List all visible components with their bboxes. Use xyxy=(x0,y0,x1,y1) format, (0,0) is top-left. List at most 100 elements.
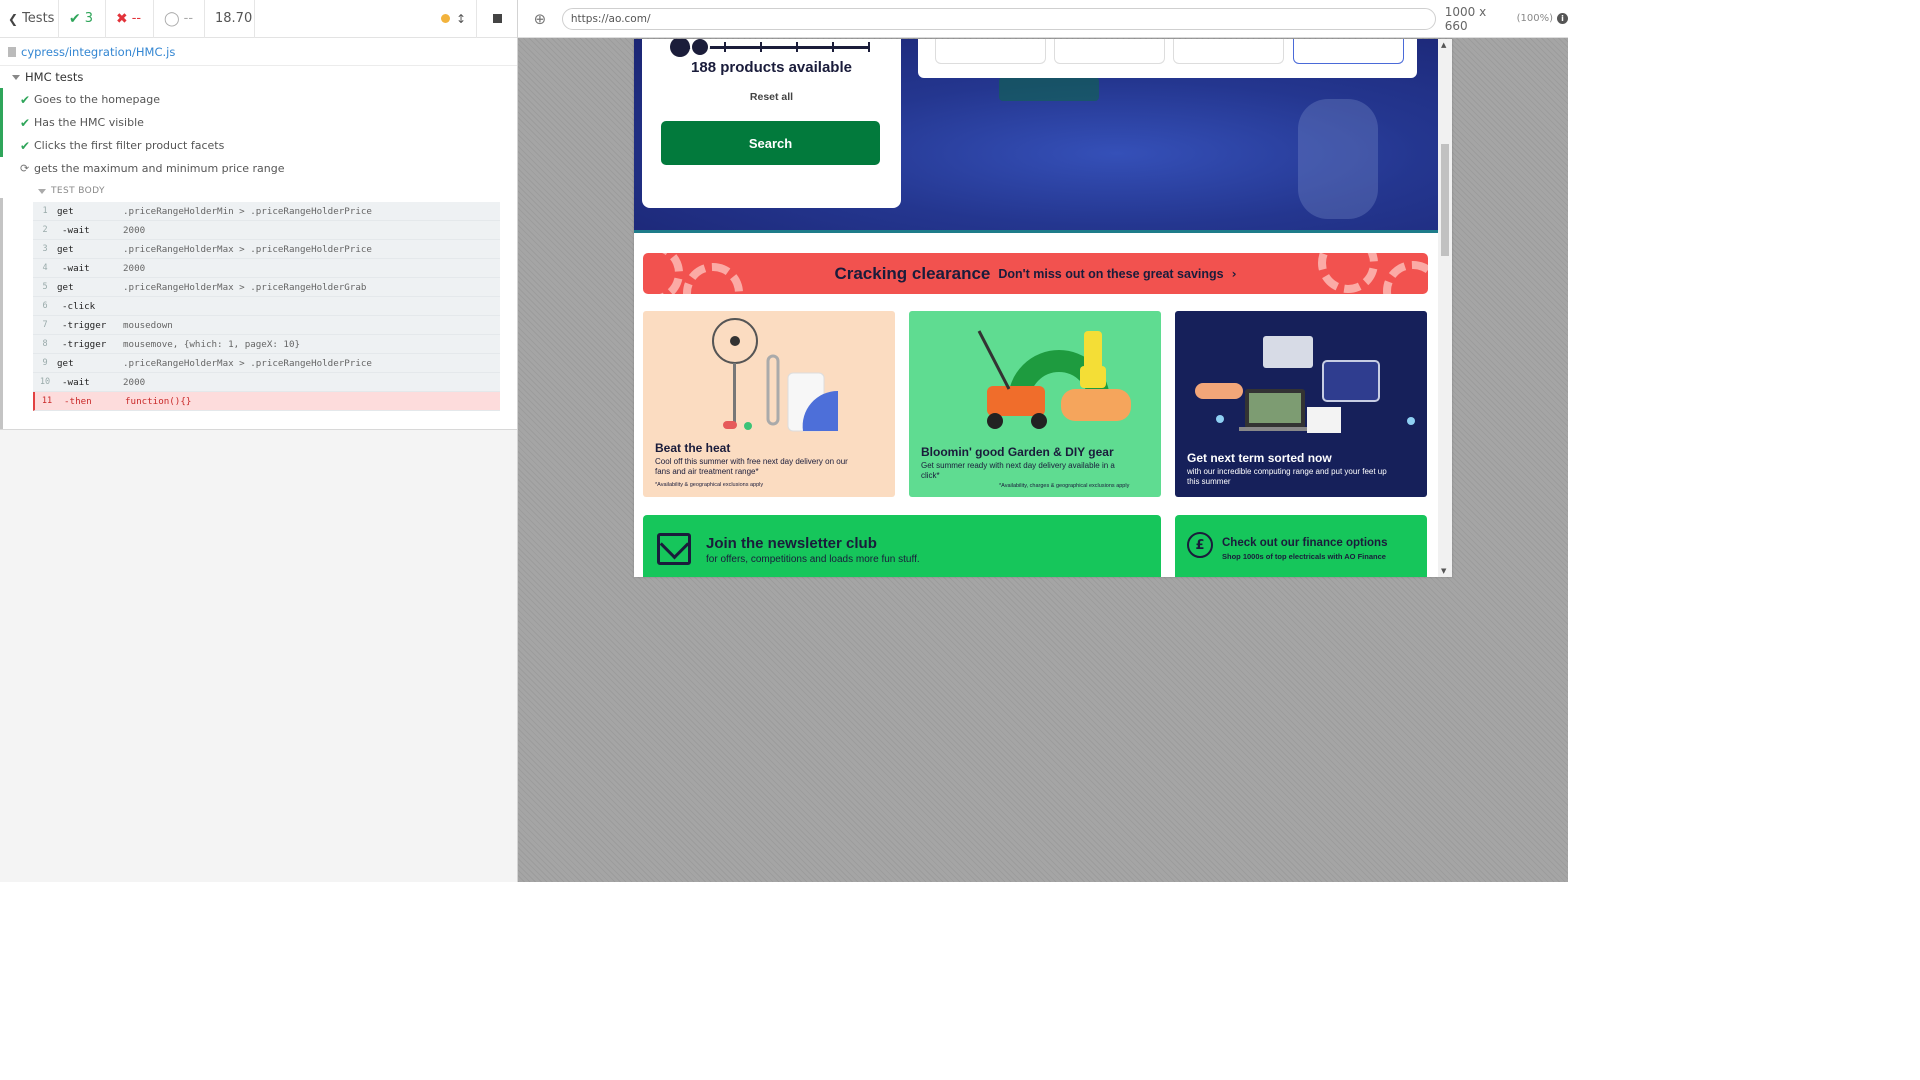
test-item-running[interactable]: ⟳ gets the maximum and minimum price ran… xyxy=(0,157,517,180)
auto-scroll-toggle[interactable]: ↕ xyxy=(440,0,477,38)
info-icon: i xyxy=(1557,13,1568,24)
promo-text: Get summer ready with next day delivery … xyxy=(921,461,1115,480)
price-min-handle[interactable] xyxy=(670,39,690,57)
command-message: function(){} xyxy=(125,395,192,407)
command-message: 2000 xyxy=(123,376,146,388)
command-log-row[interactable]: 8 -trigger mousemove, {which: 1, pageX: 10… xyxy=(33,335,500,354)
command-message: mousedown xyxy=(123,319,173,331)
selector-playground-icon[interactable]: ⊕ xyxy=(518,10,562,28)
command-number: 9 xyxy=(42,358,48,368)
command-number: 10 xyxy=(39,377,51,387)
search-button[interactable]: Search xyxy=(661,121,880,165)
command-name: -wait xyxy=(62,262,90,274)
promo-tile-garden[interactable]: Bloomin' good Garden & DIY gear Get summ… xyxy=(909,311,1161,497)
chevron-left-icon: ❮ xyxy=(8,11,19,26)
test-item[interactable]: ✔ Has the HMC visible xyxy=(0,111,517,134)
promo-disclaimer: *Availability & geographical exclusions … xyxy=(655,482,764,488)
newsletter-title: Join the newsletter club xyxy=(706,535,877,552)
command-number: 2 xyxy=(42,225,48,235)
tv-size-selector xyxy=(918,39,1417,78)
command-log-row[interactable]: 7 -trigger mousedown xyxy=(33,316,500,335)
command-log-row[interactable]: 10 -wait 2000 xyxy=(33,373,500,392)
test-item[interactable]: ✔ Clicks the first filter product facets xyxy=(0,134,517,157)
command-number: 6 xyxy=(42,301,48,311)
command-number: 8 xyxy=(42,339,48,349)
promo-disclaimer: *Availability, charges & geographical ex… xyxy=(999,483,1130,489)
check-icon: ✔ xyxy=(20,115,31,130)
promo-text: with our incredible computing range and … xyxy=(1187,467,1387,486)
runner-header: ❮ Tests ✔ 3 ✖ -- ◯ -- 18.70 ↕ xyxy=(0,0,517,38)
scroll-arrows-icon: ↕ xyxy=(455,11,466,26)
page-scrollbar[interactable]: ▲ ▼ xyxy=(1438,39,1452,577)
passed-count: ✔ 3 xyxy=(59,0,106,38)
tv-option[interactable] xyxy=(1054,39,1165,64)
test-body-toggle[interactable]: TEST BODY xyxy=(0,180,517,202)
price-filter-card: 188 products available Reset all Search xyxy=(642,39,901,208)
app-iframe: 188 products available Reset all Search xyxy=(634,39,1452,577)
command-name: -wait xyxy=(62,376,90,388)
command-message: .priceRangeHolderMax > .priceRangeHolder… xyxy=(123,243,372,255)
command-log-row[interactable]: 6 -click xyxy=(33,297,500,316)
promo-text: Cool off this summer with free next day … xyxy=(655,457,848,476)
newsletter-banner[interactable]: Join the newsletter club for offers, com… xyxy=(643,515,1161,577)
aut-header: ⊕ https://ao.com/ 1000 x 660 (100%) i xyxy=(518,0,1568,38)
stop-button[interactable] xyxy=(477,0,517,38)
status-dot-icon xyxy=(440,14,450,23)
price-max-handle[interactable] xyxy=(690,39,710,57)
reset-all-link[interactable]: Reset all xyxy=(642,91,901,103)
stop-icon xyxy=(492,14,502,23)
finance-banner[interactable]: £ Check out our finance options Shop 100… xyxy=(1175,515,1427,577)
garden-product-image xyxy=(977,330,1131,429)
clearance-subtitle: Don't miss out on these great savings xyxy=(998,266,1224,281)
tests-label: Tests xyxy=(22,11,55,26)
tests-back-button[interactable]: ❮ Tests xyxy=(0,0,59,38)
scroll-up-icon[interactable]: ▲ xyxy=(1441,41,1446,49)
scroll-thumb[interactable] xyxy=(1441,144,1449,256)
promo-tile-computing[interactable]: Get next term sorted now with our incred… xyxy=(1175,311,1427,497)
command-message: .priceRangeHolderMin > .priceRangeHolder… xyxy=(123,205,372,217)
tv-option[interactable] xyxy=(935,39,1046,64)
command-log: 1 get .priceRangeHolderMin > .priceRangeHo… xyxy=(33,202,500,411)
command-number: 5 xyxy=(42,282,48,292)
pound-icon: £ xyxy=(1187,532,1213,558)
tv-option-selected[interactable] xyxy=(1293,39,1404,64)
fan-product-image xyxy=(712,318,838,432)
command-log-row[interactable]: 3 get .priceRangeHolderMax > .priceRangeHo… xyxy=(33,240,500,259)
command-name: -trigger xyxy=(62,319,107,331)
command-log-row[interactable]: 2 -wait 2000 xyxy=(33,221,500,240)
finance-title: Check out our finance options xyxy=(1222,537,1388,549)
computing-product-image xyxy=(1195,336,1415,433)
clearance-banner[interactable]: Cracking clearance Don't miss out on the… xyxy=(643,253,1428,294)
command-log-row[interactable]: 11 -then function(){} xyxy=(33,392,500,411)
command-log-row[interactable]: 9 get .priceRangeHolderMax > .priceRangeHo… xyxy=(33,354,500,373)
tv-option[interactable] xyxy=(1173,39,1284,64)
price-range-slider[interactable] xyxy=(670,39,870,57)
circle-notch-icon: ◯ xyxy=(164,10,180,27)
command-log-row[interactable]: 5 get .priceRangeHolderMax > .priceRangeHo… xyxy=(33,278,500,297)
scroll-down-icon[interactable]: ▼ xyxy=(1441,567,1446,575)
finance-subtitle: Shop 1000s of top electricals with AO Fi… xyxy=(1222,552,1386,561)
command-name: get xyxy=(57,281,74,293)
command-number: 11 xyxy=(41,396,53,406)
promo-title: Get next term sorted now xyxy=(1187,451,1332,465)
spec-file-link[interactable]: cypress/integration/HMC.js xyxy=(0,38,517,66)
viewport-info[interactable]: 1000 x 660 (100%) i xyxy=(1445,5,1568,33)
envelope-icon xyxy=(657,533,691,565)
url-bar[interactable]: https://ao.com/ xyxy=(561,7,1436,30)
command-name: -click xyxy=(62,300,96,312)
clearance-title: Cracking clearance xyxy=(834,263,991,283)
shop-now-button[interactable] xyxy=(999,77,1099,101)
chevron-right-icon: › xyxy=(1231,266,1237,281)
promo-title: Bloomin' good Garden & DIY gear xyxy=(921,445,1114,459)
test-item[interactable]: ✔ Goes to the homepage xyxy=(0,88,517,111)
command-log-row[interactable]: 4 -wait 2000 xyxy=(33,259,500,278)
command-log-row[interactable]: 1 get .priceRangeHolderMin > .priceRangeHo… xyxy=(33,202,500,221)
suite-title[interactable]: HMC tests xyxy=(0,66,517,88)
promo-tile-fans[interactable]: Beat the heat Cool off this summer with … xyxy=(643,311,895,497)
check-icon: ✔ xyxy=(20,138,31,153)
cross-icon: ✖ xyxy=(116,10,128,27)
running-indicator xyxy=(0,198,3,429)
command-number: 1 xyxy=(42,206,48,216)
pending-count: ◯ -- xyxy=(154,0,205,38)
command-name: get xyxy=(57,243,74,255)
